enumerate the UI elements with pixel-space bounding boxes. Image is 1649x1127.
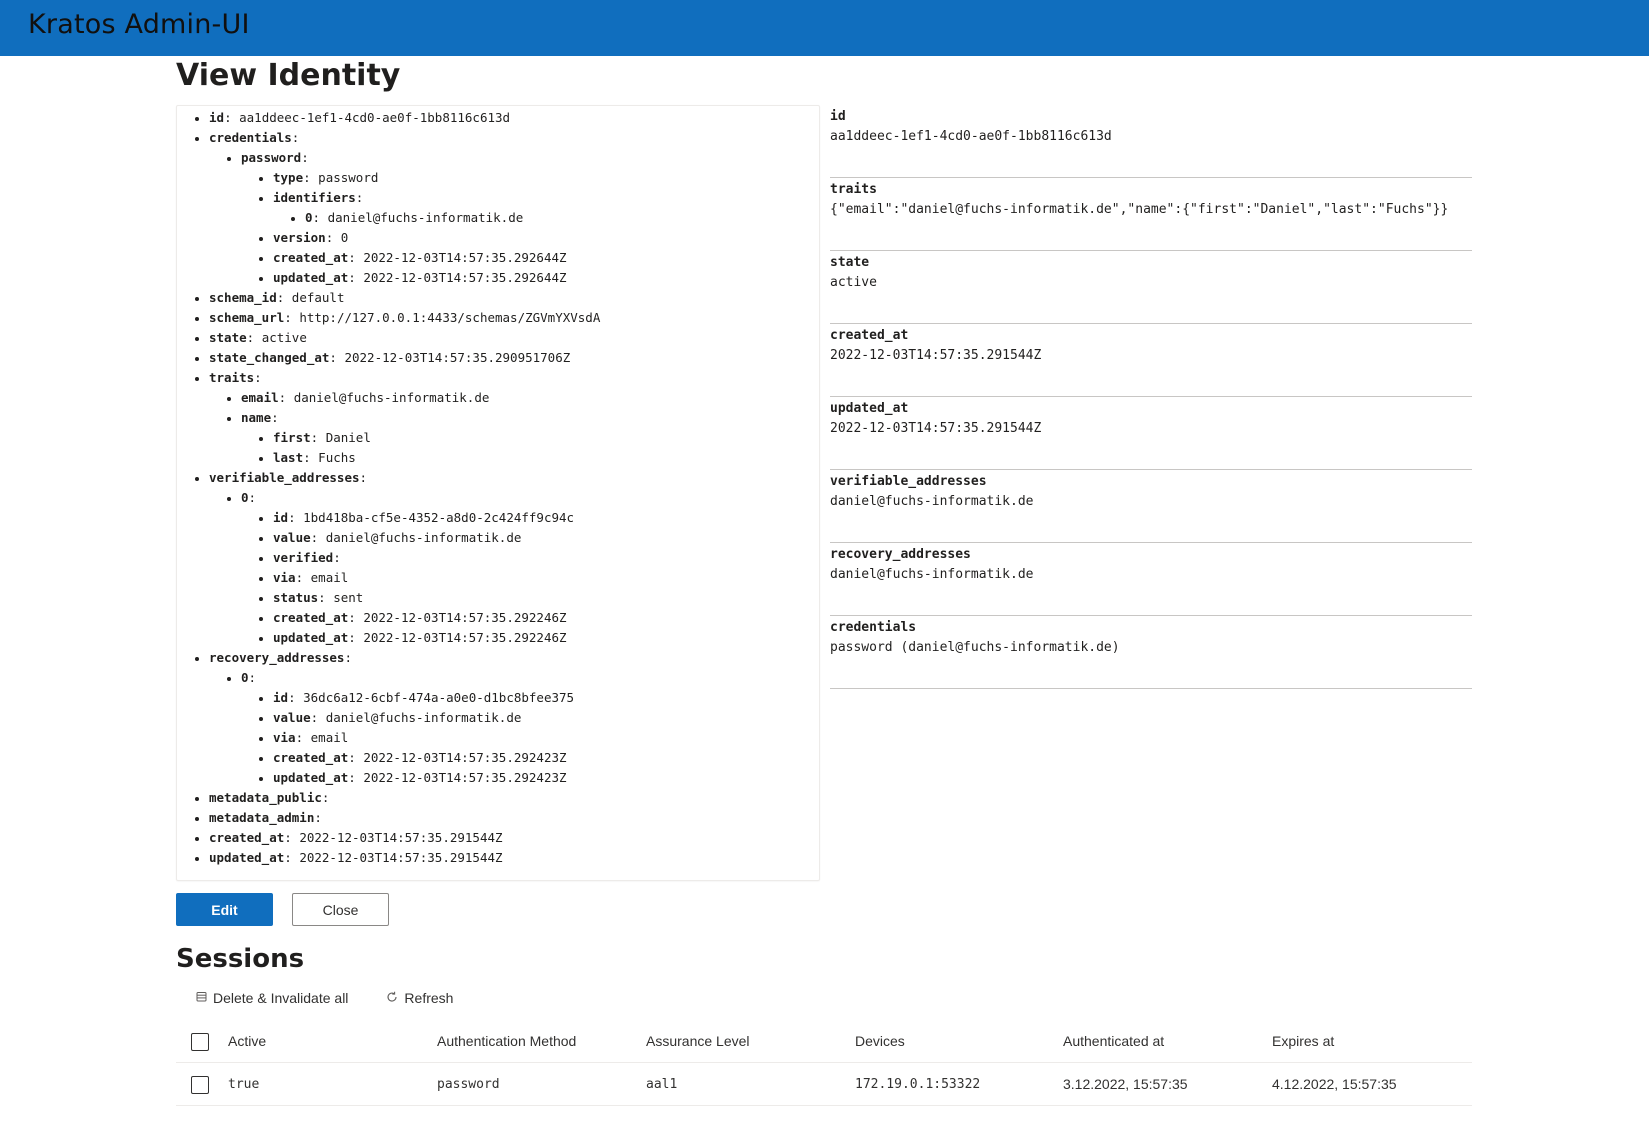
tree-item-metadata-public: metadata_public:: [209, 788, 819, 808]
tree-item-id: id: aa1ddeec-1ef1-4cd0-ae0f-1bb8116c613d: [209, 108, 819, 128]
sessions-command-bar: Delete & Invalidate all Refresh: [196, 986, 453, 1010]
tree-item-va-status: status: sent: [273, 588, 819, 608]
detail-label: verifiable_addresses: [830, 474, 987, 489]
tree-item-last: last: Fuchs: [273, 448, 819, 468]
delete-invalidate-all-button[interactable]: Delete & Invalidate all: [196, 990, 348, 1006]
tree-item-first: first: Daniel: [273, 428, 819, 448]
cell-expires-at: 4.12.2022, 15:57:35: [1272, 1076, 1397, 1092]
sessions-title: Sessions: [176, 944, 305, 974]
tree-item-recovery-0: 0: id: 36dc6a12-6cbf-474a-a0e0-d1bc8bfee…: [241, 668, 819, 788]
tree-item-ra-updated-at: updated_at: 2022-12-03T14:57:35.292423Z: [273, 768, 819, 788]
cell-devices: 172.19.0.1:53322: [855, 1076, 981, 1092]
detail-value: password (daniel@fuchs-informatik.de): [830, 640, 1120, 655]
tree-item-state-changed-at: state_changed_at: 2022-12-03T14:57:35.29…: [209, 348, 819, 368]
page-title: View Identity: [176, 58, 401, 93]
column-header-devices[interactable]: Devices: [855, 1020, 905, 1062]
detail-value: 2022-12-03T14:57:35.291544Z: [830, 421, 1042, 436]
detail-item-verifiable-addresses: verifiable_addresses daniel@fuchs-inform…: [830, 470, 1472, 543]
tree-item-state: state: active: [209, 328, 819, 348]
cell-active: true: [228, 1076, 260, 1092]
tree-item-type: type: password: [273, 168, 819, 188]
tree-item-updated-at: updated_at: 2022-12-03T14:57:35.292644Z: [273, 268, 819, 288]
detail-label: id: [830, 109, 846, 124]
delete-invalidate-all-label: Delete & Invalidate all: [213, 990, 349, 1006]
table-row[interactable]: true password aal1 172.19.0.1:53322 3.12…: [176, 1063, 1472, 1106]
tree-item-recovery-addresses: recovery_addresses: 0: id: 36dc6a12-6cbf…: [209, 648, 819, 788]
cell-authenticated-at: 3.12.2022, 15:57:35: [1063, 1076, 1188, 1092]
tree-item-ra-created-at: created_at: 2022-12-03T14:57:35.292423Z: [273, 748, 819, 768]
detail-value: aa1ddeec-1ef1-4cd0-ae0f-1bb8116c613d: [830, 129, 1112, 144]
detail-item-id: id aa1ddeec-1ef1-4cd0-ae0f-1bb8116c613d: [830, 105, 1472, 178]
detail-item-credentials: credentials password (daniel@fuchs-infor…: [830, 616, 1472, 689]
column-header-active[interactable]: Active: [228, 1020, 266, 1062]
top-app-bar: Kratos Admin-UI: [0, 0, 1649, 56]
edit-button[interactable]: Edit: [176, 893, 273, 926]
tree-item-password: password: type: password identifiers: 0:…: [241, 148, 819, 288]
detail-label: recovery_addresses: [830, 547, 971, 562]
detail-value: daniel@fuchs-informatik.de: [830, 567, 1034, 582]
identity-tree: id: aa1ddeec-1ef1-4cd0-ae0f-1bb8116c613d…: [177, 108, 819, 868]
app-title: Kratos Admin-UI: [28, 9, 250, 40]
tree-item-verifiable-0: 0: id: 1bd418ba-cf5e-4352-a8d0-2c424ff9c…: [241, 488, 819, 648]
refresh-icon: [386, 991, 398, 1006]
detail-value: 2022-12-03T14:57:35.291544Z: [830, 348, 1042, 363]
detail-item-recovery-addresses: recovery_addresses daniel@fuchs-informat…: [830, 543, 1472, 616]
tree-item-updated-at-root: updated_at: 2022-12-03T14:57:35.291544Z: [209, 848, 819, 868]
sessions-table: Active Authentication Method Assurance L…: [176, 1020, 1472, 1106]
tree-item-schema-url: schema_url: http://127.0.0.1:4433/schema…: [209, 308, 819, 328]
tree-item-va-via: via: email: [273, 568, 819, 588]
tree-item-credentials: credentials: password: type: password id…: [209, 128, 819, 288]
detail-item-traits: traits {"email":"daniel@fuchs-informatik…: [830, 178, 1472, 251]
tree-item-verifiable-addresses: verifiable_addresses: 0: id: 1bd418ba-cf…: [209, 468, 819, 648]
column-header-expires-at[interactable]: Expires at: [1272, 1020, 1334, 1062]
tree-item-identifiers: identifiers: 0: daniel@fuchs-informatik.…: [273, 188, 819, 228]
column-header-assurance-level[interactable]: Assurance Level: [646, 1020, 750, 1062]
close-button[interactable]: Close: [292, 893, 389, 926]
tree-item-metadata-admin: metadata_admin:: [209, 808, 819, 828]
select-all-checkbox[interactable]: [191, 1033, 209, 1051]
identity-detail-list: id aa1ddeec-1ef1-4cd0-ae0f-1bb8116c613d …: [830, 105, 1472, 689]
detail-label: traits: [830, 182, 877, 197]
tree-item-va-created-at: created_at: 2022-12-03T14:57:35.292246Z: [273, 608, 819, 628]
delete-icon: [196, 991, 207, 1005]
tree-item-created-at-root: created_at: 2022-12-03T14:57:35.291544Z: [209, 828, 819, 848]
tree-item-name: name: first: Daniel last: Fuchs: [241, 408, 819, 468]
detail-value: {"email":"daniel@fuchs-informatik.de","n…: [830, 202, 1449, 217]
detail-value: daniel@fuchs-informatik.de: [830, 494, 1034, 509]
detail-value: active: [830, 275, 877, 290]
tree-item-created-at: created_at: 2022-12-03T14:57:35.292644Z: [273, 248, 819, 268]
tree-item-schema-id: schema_id: default: [209, 288, 819, 308]
detail-label: credentials: [830, 620, 917, 635]
refresh-button[interactable]: Refresh: [386, 990, 453, 1006]
tree-item-va-id: id: 1bd418ba-cf5e-4352-a8d0-2c424ff9c94c: [273, 508, 819, 528]
tree-item-ra-via: via: email: [273, 728, 819, 748]
tree-item-va-updated-at: updated_at: 2022-12-03T14:57:35.292246Z: [273, 628, 819, 648]
cell-authentication-method: password: [437, 1076, 500, 1092]
cell-assurance-level: aal1: [646, 1076, 678, 1092]
identity-tree-card: id: aa1ddeec-1ef1-4cd0-ae0f-1bb8116c613d…: [176, 105, 820, 881]
detail-item-state: state active: [830, 251, 1472, 324]
tree-item-version: version: 0: [273, 228, 819, 248]
tree-item-ra-value: value: daniel@fuchs-informatik.de: [273, 708, 819, 728]
tree-item-identifier-0: 0: daniel@fuchs-informatik.de: [305, 208, 819, 228]
detail-label: state: [830, 255, 870, 270]
detail-item-updated-at: updated_at 2022-12-03T14:57:35.291544Z: [830, 397, 1472, 470]
table-header-row: Active Authentication Method Assurance L…: [176, 1020, 1472, 1063]
detail-label: created_at: [830, 328, 909, 343]
refresh-label: Refresh: [404, 990, 454, 1006]
tree-item-email: email: daniel@fuchs-informatik.de: [241, 388, 819, 408]
column-header-authenticated-at[interactable]: Authenticated at: [1063, 1020, 1164, 1062]
detail-item-created-at: created_at 2022-12-03T14:57:35.291544Z: [830, 324, 1472, 397]
column-header-authentication-method[interactable]: Authentication Method: [437, 1020, 576, 1062]
tree-item-va-verified: verified:: [273, 548, 819, 568]
row-select-checkbox[interactable]: [191, 1076, 209, 1094]
detail-label: updated_at: [830, 401, 909, 416]
tree-item-va-value: value: daniel@fuchs-informatik.de: [273, 528, 819, 548]
tree-item-traits: traits: email: daniel@fuchs-informatik.d…: [209, 368, 819, 468]
tree-item-ra-id: id: 36dc6a12-6cbf-474a-a0e0-d1bc8bfee375: [273, 688, 819, 708]
